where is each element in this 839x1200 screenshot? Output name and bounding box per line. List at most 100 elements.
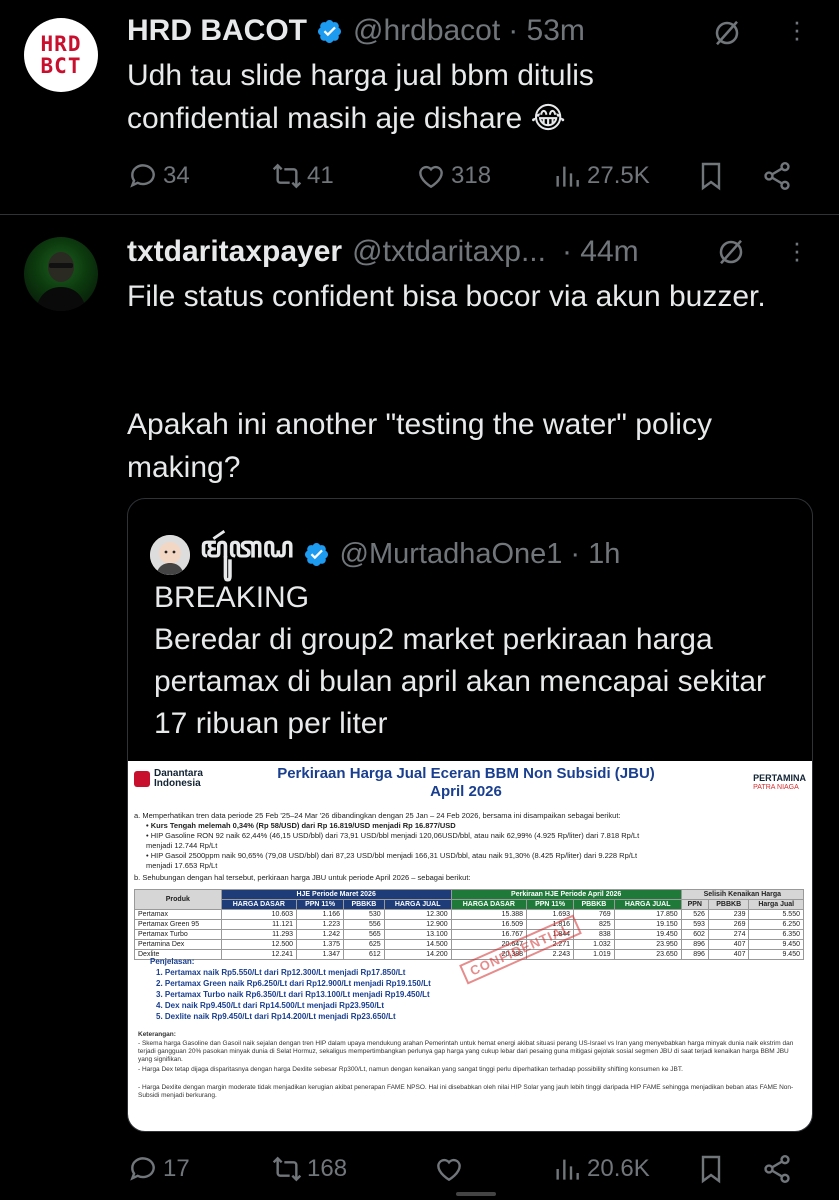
views-button[interactable]: 20.6K — [551, 1151, 650, 1187]
repost-count: 168 — [307, 1155, 348, 1182]
doc-bullet: menjadi 17.653 Rp/Lt — [146, 861, 218, 870]
quote-author-handle[interactable]: @MurtadhaOne1 — [340, 538, 563, 571]
product-cell: Pertamax — [134, 909, 222, 920]
table-header: PBBKB — [707, 899, 750, 910]
price-cell: 593 — [680, 919, 709, 930]
price-cell: 11.121 — [220, 919, 298, 930]
quote-time[interactable]: · 1h — [570, 538, 620, 571]
avatar[interactable] — [150, 534, 190, 575]
table-header: Selisih Kenaikan Harga — [680, 889, 805, 900]
quoted-post[interactable]: ꦩꦸꦂꦠꦝ @MurtadhaOne1 · 1h BREAKING Bereda… — [127, 498, 813, 1132]
reply-button[interactable]: 17 — [127, 1151, 190, 1187]
price-cell: 556 — [343, 919, 385, 930]
views-icon — [556, 166, 579, 187]
quote-text-breaking: BREAKING — [154, 581, 310, 614]
table-row: Pertamax 10.603 1.166 530 12.300 15.388 1.693 7… — [134, 909, 804, 920]
price-cell: 825 — [573, 919, 615, 930]
share-icon[interactable] — [761, 1153, 793, 1185]
price-cell: 23.650 — [613, 949, 682, 960]
price-cell: 565 — [343, 929, 385, 940]
price-cell: 407 — [707, 939, 750, 950]
share-icon[interactable] — [761, 160, 793, 192]
product-cell: Pertamina Dex — [134, 939, 222, 950]
author-name[interactable]: HRD BACOT — [127, 14, 307, 48]
table-header: PBBKB — [573, 899, 615, 910]
list-item: 5. Dexlite naik Rp9.450/Lt dari Rp14.200… — [156, 1012, 396, 1021]
more-options-icon[interactable]: · · · — [790, 229, 804, 271]
views-icon — [556, 1159, 579, 1180]
price-cell: 1.223 — [296, 919, 345, 930]
more-options-icon[interactable]: · · · — [790, 8, 804, 50]
table-header: HARGA DASAR — [220, 899, 298, 910]
bookmark-icon[interactable] — [695, 1153, 727, 1185]
price-cell: 16.509 — [450, 919, 528, 930]
doc-bullet: • HIP Gasoil 2500ppm naik 90,65% (79,08 … — [146, 851, 638, 860]
price-cell: 1.347 — [296, 949, 345, 960]
post-txtdaritaxpayer[interactable]: txtdaritaxpayer @txtdaritaxp... · 44m · ·… — [0, 215, 839, 1200]
price-cell: 9.450 — [748, 949, 804, 960]
table-header: HARGA JUAL — [613, 899, 682, 910]
quote-image[interactable]: Danantara Indonesia Perkiraan Harga Jual … — [128, 761, 812, 1131]
price-cell: 1.019 — [573, 949, 615, 960]
post-time[interactable]: · 44m — [562, 235, 639, 269]
price-cell: 612 — [343, 949, 385, 960]
grok-icon[interactable] — [716, 237, 746, 267]
post-actions: 17 168 20.6K — [127, 1151, 817, 1187]
reply-button[interactable]: 34 — [127, 158, 190, 194]
price-cell: 12.241 — [220, 949, 298, 960]
product-cell: Pertamax Green 95 — [134, 919, 222, 930]
price-cell: 15.388 — [450, 909, 528, 920]
list-item: 4. Dex naik Rp9.450/Lt dari Rp14.500/Lt … — [156, 1001, 385, 1010]
price-cell: 1.375 — [296, 939, 345, 950]
price-cell: 239 — [707, 909, 750, 920]
grok-icon[interactable] — [712, 18, 742, 48]
doc-bullet: menjadi 12.744 Rp/Lt — [146, 841, 218, 850]
price-cell: 14.500 — [383, 939, 452, 950]
table-header: Produk — [134, 889, 222, 910]
price-cell: 13.100 — [383, 929, 452, 940]
heart-icon — [419, 165, 443, 189]
repost-button[interactable]: 168 — [271, 1151, 347, 1187]
table-header: PBBKB — [343, 899, 385, 910]
views-button[interactable]: 27.5K — [551, 158, 650, 194]
like-button[interactable]: 318 — [415, 158, 491, 194]
author-handle[interactable]: @hrdbacot — [353, 14, 500, 48]
product-cell: Pertamax Turbo — [134, 929, 222, 940]
scroll-indicator — [456, 1192, 496, 1196]
avatar[interactable]: HRD BCT — [24, 18, 98, 92]
views-count: 20.6K — [587, 1155, 650, 1182]
table-header: PPN — [680, 899, 709, 910]
table-header: PPN 11% — [526, 899, 575, 910]
like-count: 318 — [451, 162, 492, 189]
post-time[interactable]: · 53m — [508, 14, 585, 48]
reply-icon — [130, 1157, 155, 1181]
like-button[interactable] — [433, 1151, 469, 1187]
avatar[interactable] — [24, 237, 98, 311]
price-cell: 6.350 — [748, 929, 804, 940]
pertamina-logo: PERTAMINA PATRA NIAGA — [753, 773, 806, 791]
repost-button[interactable]: 41 — [271, 158, 334, 194]
price-cell: 9.450 — [748, 939, 804, 950]
note-item: - Skema harga Gasoline dan Gasoil naik s… — [138, 1040, 794, 1063]
post-hrdbacot[interactable]: HRD BCT HRD BACOT @hrdbacot · 53m · · · Ud… — [0, 0, 839, 214]
price-cell: 896 — [680, 939, 709, 950]
author-handle[interactable]: @txtdaritaxp... — [352, 235, 546, 269]
price-cell: 12.900 — [383, 919, 452, 930]
quote-author-name[interactable]: ꦩꦸꦂꦠꦝ — [200, 525, 294, 584]
bookmark-icon[interactable] — [695, 160, 727, 192]
verified-badge-icon — [304, 542, 328, 567]
avatar-text: BCT — [40, 54, 82, 78]
repost-icon — [272, 1156, 302, 1182]
list-item: 3. Pertamax Turbo naik Rp6.350/Lt dari R… — [156, 990, 430, 999]
views-count: 27.5K — [587, 162, 650, 189]
note-item: - Harga Dexlite dengan margin moderate t… — [138, 1084, 794, 1099]
author-name[interactable]: txtdaritaxpayer — [127, 235, 342, 269]
repost-icon — [272, 163, 302, 189]
quote-text: Beredar di group2 market perkiraan harga… — [154, 623, 766, 740]
price-cell: 407 — [707, 949, 750, 960]
verified-badge-icon — [317, 19, 342, 43]
table-row: Dexlite 12.241 1.347 612 14.200 20.388 2.243 1.… — [134, 949, 804, 960]
price-cell: 602 — [680, 929, 709, 940]
doc-title: Perkiraan Harga Jual Eceran BBM Non Subs… — [277, 765, 655, 800]
price-cell: 1.242 — [296, 929, 345, 940]
